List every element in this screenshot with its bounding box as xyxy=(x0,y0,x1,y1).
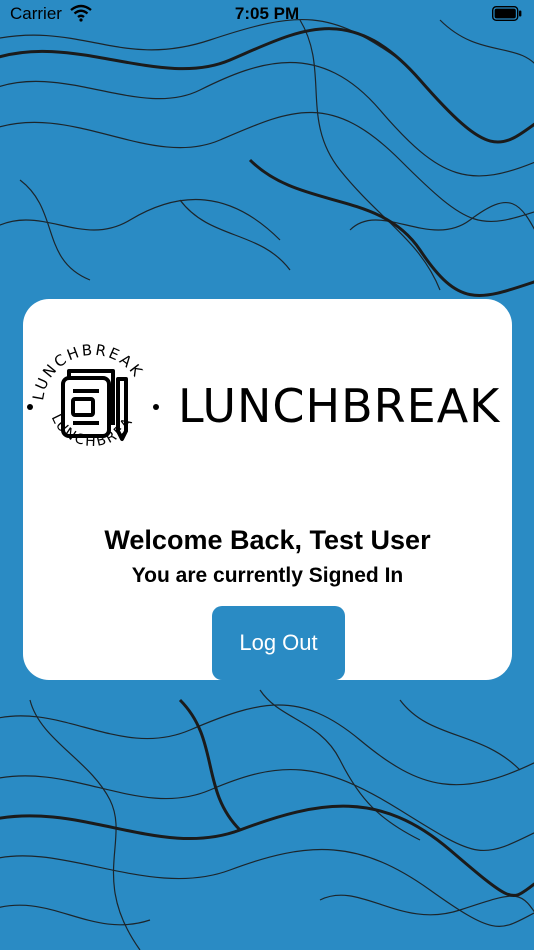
signed-in-card: LUNCHBREAK LUNCHBREAK LUNCHBREAK Welcome… xyxy=(23,299,512,680)
signed-in-status: You are currently Signed In xyxy=(131,564,404,587)
battery-icon xyxy=(492,6,522,21)
brand-logo-emblem: LUNCHBREAK LUNCHBREAK xyxy=(25,333,159,450)
brand-wordmark: LUNCHBREAK xyxy=(178,379,501,433)
status-bar: Carrier 7:05 PM xyxy=(0,0,534,30)
clock: 7:05 PM xyxy=(234,4,300,23)
logout-button[interactable]: Log Out xyxy=(212,606,345,680)
welcome-title: Welcome Back, Test User xyxy=(104,525,431,555)
